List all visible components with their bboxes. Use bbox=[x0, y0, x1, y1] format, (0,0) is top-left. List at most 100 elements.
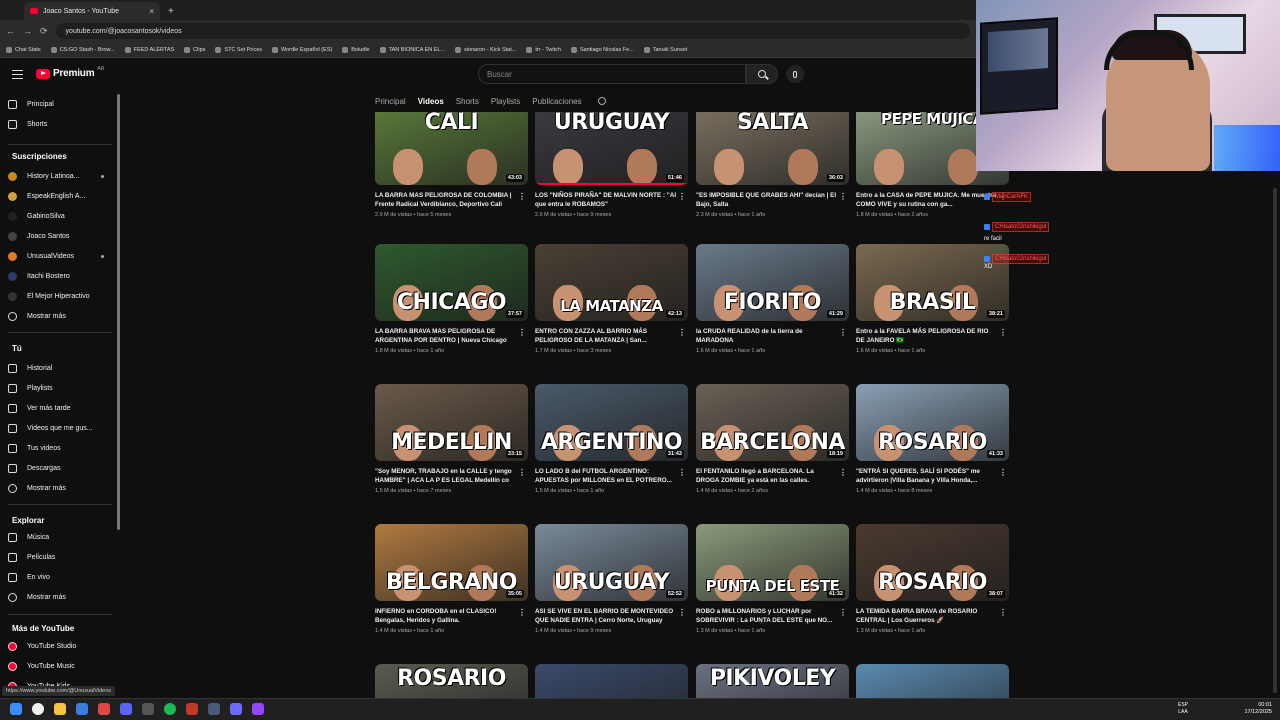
sidebar-item-subscription[interactable]: UnusualVideos bbox=[8, 248, 114, 264]
sidebar-item-you[interactable]: Descargas bbox=[8, 460, 114, 476]
video-thumbnail[interactable]: BELGRANO 35:05 bbox=[375, 524, 528, 601]
voice-search-button[interactable] bbox=[786, 65, 804, 83]
back-icon[interactable]: ← bbox=[6, 26, 15, 36]
bookmark-item[interactable]: trr - Twitch bbox=[526, 46, 561, 53]
app-icon-6[interactable] bbox=[230, 703, 242, 715]
twitch-icon[interactable] bbox=[252, 703, 264, 715]
explore-heading[interactable]: Explorar bbox=[12, 516, 44, 525]
video-thumbnail[interactable] bbox=[856, 664, 1009, 702]
video-card[interactable]: ROSARIO 38:07 LA TEMIDA BARRA BRAVA de ROS… bbox=[856, 524, 1009, 634]
video-thumbnail[interactable]: URUGUAY 52:52 bbox=[535, 524, 688, 601]
sidebar-item-principal[interactable]: Principal bbox=[8, 96, 114, 112]
more-options-icon[interactable]: ⋮ bbox=[839, 328, 847, 337]
video-thumbnail[interactable]: ROSARIO 38:07 bbox=[856, 524, 1009, 601]
sidebar-item-subscription[interactable]: Joaco Santos bbox=[8, 228, 114, 244]
video-thumbnail[interactable]: FIORITO 41:29 bbox=[696, 244, 849, 321]
video-title[interactable]: ENTRO CON ZAZZA AL BARRIO MÁS PELIGROSO … bbox=[535, 327, 677, 345]
video-thumbnail[interactable]: CHICAGO 37:57 bbox=[375, 244, 528, 321]
app-icon[interactable] bbox=[76, 703, 88, 715]
video-card[interactable] bbox=[535, 664, 688, 702]
sidebar-item-explore[interactable]: Películas bbox=[8, 549, 114, 565]
video-card[interactable]: PUNTA DEL ESTE 41:32 ROBO a MILLONARIOS y … bbox=[696, 524, 849, 634]
tab-playlists[interactable]: Playlists bbox=[491, 97, 520, 106]
sidebar-item-shorts[interactable]: Shorts bbox=[8, 116, 114, 132]
video-card[interactable]: BARCELONA 18:19 El FENTANILO llegó a BARCE… bbox=[696, 384, 849, 494]
video-title[interactable]: Entro a la CASA de PEPE MUJICA. Me muest… bbox=[856, 191, 998, 209]
windows-start-icon[interactable] bbox=[10, 703, 22, 715]
video-thumbnail[interactable]: PUNTA DEL ESTE 41:32 bbox=[696, 524, 849, 601]
video-thumbnail[interactable]: BARCELONA 18:19 bbox=[696, 384, 849, 461]
sidebar-scrollbar[interactable] bbox=[117, 94, 120, 530]
more-options-icon[interactable]: ⋮ bbox=[518, 608, 526, 617]
video-title[interactable]: ROBO a MILLONARIOS y LUCHAR por SOBREVIV… bbox=[696, 607, 838, 625]
video-thumbnail[interactable]: MEDELLIN 33:15 bbox=[375, 384, 528, 461]
sidebar-item-show-more[interactable]: Mostrar más bbox=[8, 308, 114, 324]
clock[interactable]: 00:01 17/12/2025 bbox=[1244, 702, 1272, 716]
video-card[interactable]: CALI 43:03 LA BARRA MAS PELIGROSA DE COLOM… bbox=[375, 112, 528, 218]
sidebar-item-you[interactable]: Playlists bbox=[8, 380, 114, 396]
video-title[interactable]: Entro a la FAVELA MÁS PELIGROSA DE RIO D… bbox=[856, 327, 998, 345]
bookmark-item[interactable]: TAN BIONICA EN EL... bbox=[379, 46, 445, 53]
tab-publicaciones[interactable]: Publicaciones bbox=[532, 97, 581, 106]
sidebar-item-show-more[interactable]: Mostrar más bbox=[8, 589, 114, 605]
video-card[interactable]: FIORITO 41:29 la CRUDA REALIDAD de la tier… bbox=[696, 244, 849, 354]
video-card[interactable]: PIKIVOLEY bbox=[696, 664, 849, 702]
bookmark-item[interactable]: Boludle bbox=[342, 46, 370, 53]
app-icon-5[interactable] bbox=[208, 703, 220, 715]
video-thumbnail[interactable]: LA MATANZA 42:13 bbox=[535, 244, 688, 321]
video-card[interactable]: URUGUAY 52:52 ASI SE VIVE EN EL BARRIO DE … bbox=[535, 524, 688, 634]
video-title[interactable]: LO LADO B del FUTBOL ARGENTINO: APUESTAS… bbox=[535, 467, 677, 485]
video-thumbnail[interactable] bbox=[535, 664, 688, 702]
video-card[interactable]: MEDELLIN 33:15 "Soy MENOR, TRABAJO en la C… bbox=[375, 384, 528, 494]
sidebar-item-you[interactable]: Videos que me gus... bbox=[8, 420, 114, 436]
video-title[interactable]: "ENTRÁ SI QUERES, SALÍ SI PODÉS" me advi… bbox=[856, 467, 998, 485]
video-card[interactable]: SALTA 36:03 "ES IMPOSIBLE QUE GRABES AHI" … bbox=[696, 112, 849, 218]
video-card[interactable]: CHICAGO 37:57 LA BARRA BRAVA MAS PELIGROSA… bbox=[375, 244, 528, 354]
sidebar-item-you[interactable]: Ver más tarde bbox=[8, 400, 114, 416]
search-input[interactable]: Buscar bbox=[478, 64, 746, 84]
sidebar-item-you[interactable]: Historial bbox=[8, 360, 114, 376]
sidebar-item-more[interactable]: YouTube Studio bbox=[8, 638, 114, 654]
more-options-icon[interactable]: ⋮ bbox=[839, 192, 847, 201]
more-options-icon[interactable]: ⋮ bbox=[678, 468, 686, 477]
more-options-icon[interactable]: ⋮ bbox=[999, 608, 1007, 617]
more-options-icon[interactable]: ⋮ bbox=[518, 328, 526, 337]
language-indicator[interactable]: ESP LAA bbox=[1178, 702, 1188, 716]
file-explorer-icon[interactable] bbox=[54, 703, 66, 715]
more-options-icon[interactable]: ⋮ bbox=[999, 328, 1007, 337]
video-title[interactable]: INFIERNO en CORDOBA en el CLASICO! Benga… bbox=[375, 607, 517, 625]
video-thumbnail[interactable]: CALI 43:03 bbox=[375, 112, 528, 185]
bookmark-item[interactable]: CS:GO Stash - Brow... bbox=[50, 46, 115, 53]
video-card[interactable]: LA MATANZA 42:13 ENTRO CON ZAZZA AL BARRIO… bbox=[535, 244, 688, 354]
subscriptions-heading[interactable]: Suscripciones bbox=[12, 152, 67, 161]
video-thumbnail[interactable]: ARGENTINO 31:43 bbox=[535, 384, 688, 461]
more-options-icon[interactable]: ⋮ bbox=[678, 608, 686, 617]
bookmark-item[interactable]: sionaron - Kick Stat... bbox=[455, 46, 516, 53]
youtube-logo[interactable]: Premium AR bbox=[36, 66, 104, 79]
tab-principal[interactable]: Principal bbox=[375, 97, 406, 106]
menu-icon[interactable] bbox=[12, 70, 23, 79]
chrome-icon[interactable] bbox=[32, 703, 44, 715]
browser-tab[interactable]: Joaco Santos - YouTube × bbox=[24, 2, 160, 20]
video-card[interactable]: ROSARIO 41:33 "ENTRÁ SI QUERES, SALÍ SI PO… bbox=[856, 384, 1009, 494]
video-title[interactable]: la CRUDA REALIDAD de la tierra de MARADO… bbox=[696, 327, 838, 345]
more-options-icon[interactable]: ⋮ bbox=[518, 468, 526, 477]
sidebar-item-show-more[interactable]: Mostrar más bbox=[8, 480, 114, 496]
search-button[interactable] bbox=[746, 64, 778, 84]
video-thumbnail[interactable]: ROSARIO 41:33 bbox=[856, 384, 1009, 461]
video-card[interactable]: BELGRANO 35:05 INFIERNO en CORDOBA en el C… bbox=[375, 524, 528, 634]
app-icon-2[interactable] bbox=[98, 703, 110, 715]
video-card[interactable]: URUGUAY 51:46 LOS "NIÑOS PIRAÑA" DE MALVIN… bbox=[535, 112, 688, 218]
url-input[interactable]: youtube.com/@joacosantosok/videos bbox=[55, 23, 970, 39]
more-options-icon[interactable]: ⋮ bbox=[839, 608, 847, 617]
tab-videos[interactable]: Videos bbox=[418, 97, 444, 106]
video-thumbnail[interactable]: URUGUAY 51:46 bbox=[535, 112, 688, 185]
video-thumbnail[interactable]: PIKIVOLEY bbox=[696, 664, 849, 702]
more-options-icon[interactable]: ⋮ bbox=[518, 192, 526, 201]
video-title[interactable]: LA BARRA BRAVA MAS PELIGROSA DE ARGENTIN… bbox=[375, 327, 517, 345]
more-options-icon[interactable]: ⋮ bbox=[999, 468, 1007, 477]
more-youtube-heading[interactable]: Más de YouTube bbox=[12, 624, 74, 633]
new-tab-button[interactable]: + bbox=[168, 6, 174, 17]
close-tab-icon[interactable]: × bbox=[149, 7, 154, 16]
bookmark-item[interactable]: Tanuki Sunset bbox=[643, 46, 687, 53]
